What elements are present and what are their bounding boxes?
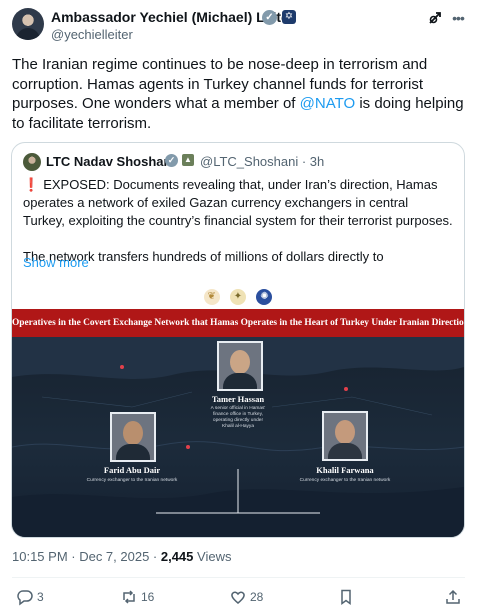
emblem-icon: ❦ (203, 289, 220, 305)
organization-badge-icon[interactable]: ✡ (282, 10, 296, 24)
quote-affiliation-badge-icon: ▲ (182, 154, 194, 166)
like-button[interactable]: 28 (229, 588, 263, 608)
like-count: 28 (250, 590, 264, 604)
repost-count: 16 (141, 590, 155, 604)
repost-icon (123, 590, 135, 604)
person-name: Tamer Hassan (211, 394, 265, 404)
quote-handle-time: @LTC_Shoshani · 3h (200, 154, 325, 169)
divider (12, 577, 465, 578)
person-name: Farid Abu Dair (103, 465, 161, 475)
views-label: Views (193, 549, 232, 564)
author-name[interactable]: Ambassador Yechiel (Michael) Leiter (51, 9, 294, 25)
person-description: Currency exchanger to the Iranian networ… (86, 478, 178, 483)
share-button[interactable] (444, 588, 462, 608)
image-banner: Operatives in the Covert Exchange Networ… (12, 309, 464, 337)
quote-author-name[interactable]: LTC Nadav Shoshani (46, 154, 175, 169)
grok-icon[interactable] (427, 10, 443, 26)
author-avatar[interactable] (12, 8, 44, 40)
quote-image[interactable]: ❦ ✦ ✺ Operatives in the Covert Exchange … (12, 280, 464, 537)
person-name: Khalil Farwana (316, 465, 374, 475)
mention-link[interactable]: @NATO (300, 95, 356, 112)
quote-verified-icon: ✓ (165, 154, 178, 167)
share-icon (446, 589, 460, 604)
person-photo-farid-abu-dair (110, 412, 156, 462)
exclamation-icon: ❗ (23, 177, 40, 192)
reply-icon (17, 590, 33, 606)
idf-emblem-icon: ✦ (230, 289, 246, 305)
show-more-link[interactable]: Show more (23, 255, 89, 270)
person-photo-tamer-hassan (217, 341, 263, 391)
person-description: A senior official in Hamas' finance offi… (210, 406, 266, 429)
timestamp-views: 10:15 PM · Dec 7, 2025 · 2,445 Views (12, 549, 231, 564)
logos-row: ❦ ✦ ✺ (12, 285, 464, 309)
tweet-text: The Iranian regime continues to be nose-… (12, 55, 468, 133)
quote-text: ❗ EXPOSED: Documents revealing that, unde… (23, 176, 453, 266)
agency-emblem-icon: ✺ (256, 289, 273, 305)
quote-handle[interactable]: @LTC_Shoshani (200, 154, 298, 169)
person-description: Currency exchanger to the Iranian networ… (299, 478, 391, 483)
heart-icon (231, 591, 245, 604)
verified-icon[interactable]: ✓ (262, 10, 277, 25)
reply-button[interactable]: 3 (16, 588, 44, 608)
person-photo-khalil-farwana (322, 411, 368, 461)
more-options-icon[interactable]: ••• (450, 10, 466, 26)
author-handle[interactable]: @yechielleiter (51, 27, 133, 42)
quote-time[interactable]: 3h (310, 154, 324, 169)
tweet-time[interactable]: 10:15 PM · Dec 7, 2025 · (12, 549, 161, 564)
quote-paragraph-1: EXPOSED: Documents revealing that, under… (23, 177, 453, 228)
bookmark-icon (341, 589, 351, 605)
map-background: Tamer Hassan A senior official in Hamas'… (12, 337, 464, 537)
repost-button[interactable]: 16 (120, 588, 154, 608)
quote-author-avatar[interactable] (23, 153, 41, 171)
bookmark-button[interactable] (337, 588, 355, 608)
reply-count: 3 (37, 590, 44, 604)
quoted-tweet-card[interactable]: LTC Nadav Shoshani ✓ ▲ @LTC_Shoshani · 3… (11, 142, 465, 538)
views-count: 2,445 (160, 549, 194, 564)
